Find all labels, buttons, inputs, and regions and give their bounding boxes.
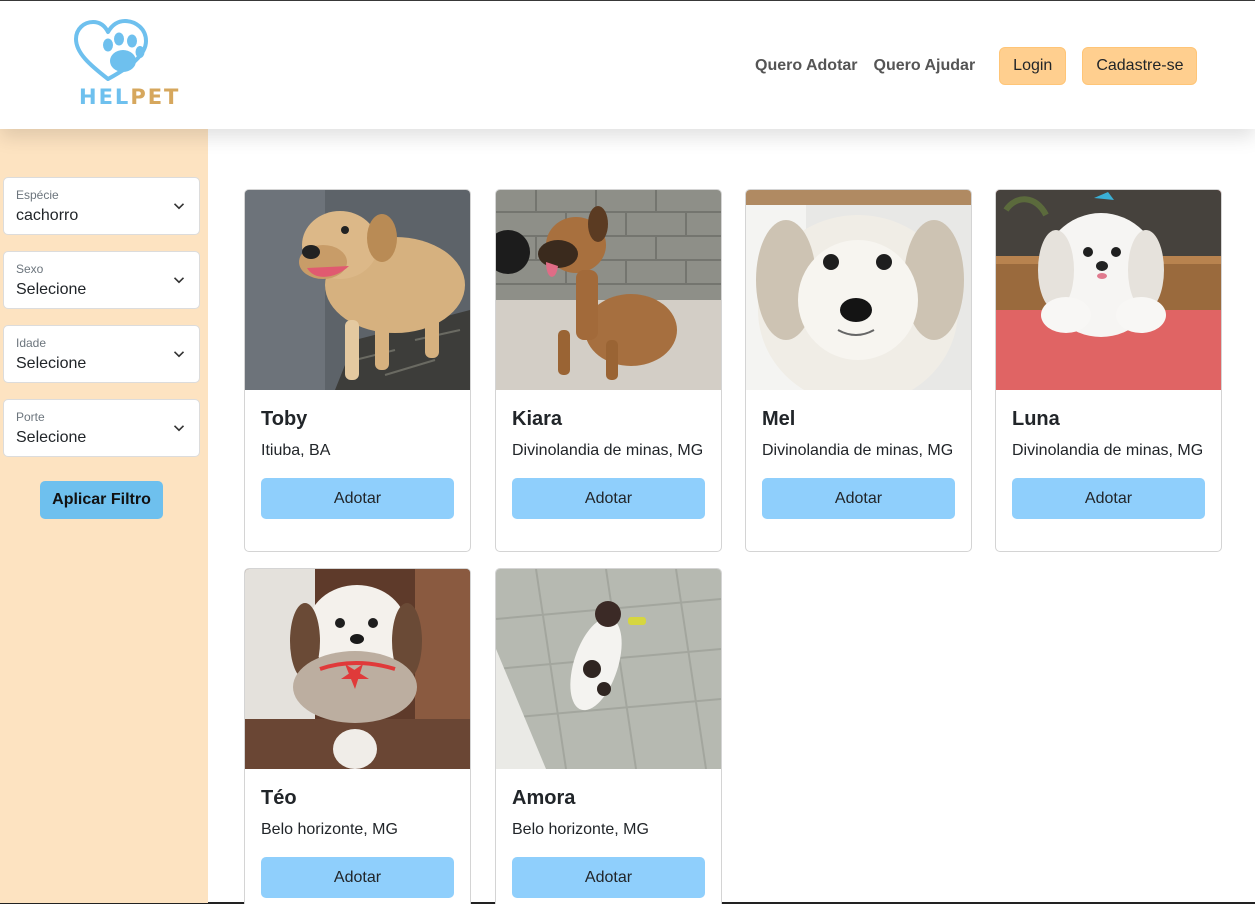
pet-name: Mel <box>762 408 796 430</box>
adopt-button[interactable]: Adotar <box>261 857 454 898</box>
nav-link-quero-ajudar[interactable]: Quero Ajudar <box>874 57 976 75</box>
nav-link-quero-adotar[interactable]: Quero Adotar <box>755 57 858 75</box>
signup-button[interactable]: Cadastre-se <box>1082 47 1198 85</box>
pet-name: Toby <box>261 408 308 430</box>
top-header: HELPET Quero Adotar Quero Ajudar Login C… <box>0 1 1255 129</box>
adopt-button[interactable]: Adotar <box>512 478 705 519</box>
logo-text-pet: PET <box>130 85 181 109</box>
pet-photo[interactable] <box>496 190 721 390</box>
sex-label: Sexo <box>16 262 44 276</box>
adopt-button[interactable]: Adotar <box>512 857 705 898</box>
chevron-down-icon <box>173 351 185 358</box>
pet-card-amora: Amora Belo horizonte, MG Adotar <box>495 568 722 904</box>
sex-value: Selecione <box>16 281 87 298</box>
chevron-down-icon <box>173 203 185 210</box>
adopt-button[interactable]: Adotar <box>762 478 955 519</box>
pet-photo[interactable] <box>996 190 1221 390</box>
pet-location: Divinolandia de minas, MG <box>1012 442 1204 459</box>
pet-photo[interactable] <box>245 190 470 390</box>
pet-photo[interactable] <box>746 190 971 390</box>
pet-card-toby: Toby Itiuba, BA Adotar <box>244 189 471 552</box>
size-select[interactable]: Porte Selecione <box>3 399 200 457</box>
pet-name: Amora <box>512 787 576 809</box>
age-select[interactable]: Idade Selecione <box>3 325 200 383</box>
main-nav: Quero Adotar Quero Ajudar Login Cadastre… <box>755 47 1198 85</box>
logo-text-hel: HEL <box>79 85 131 109</box>
sex-select[interactable]: Sexo Selecione <box>3 251 200 309</box>
size-value: Selecione <box>16 429 87 446</box>
species-select[interactable]: Espécie cachorro <box>3 177 200 235</box>
pet-name: Kiara <box>512 408 563 430</box>
pet-location: Itiuba, BA <box>261 442 331 459</box>
chevron-down-icon <box>173 277 185 284</box>
filter-sidebar: Espécie cachorro Sexo Selecione Idade Se… <box>0 129 208 903</box>
age-label: Idade <box>16 336 47 350</box>
species-label: Espécie <box>16 188 59 202</box>
helpet-logo[interactable]: HELPET <box>72 19 178 111</box>
species-value: cachorro <box>16 207 79 224</box>
pet-name: Téo <box>261 787 297 809</box>
adopt-button[interactable]: Adotar <box>261 478 454 519</box>
pet-photo[interactable] <box>496 569 721 769</box>
pet-location: Divinolandia de minas, MG <box>762 442 954 459</box>
pet-photo[interactable] <box>245 569 470 769</box>
pet-location: Divinolandia de minas, MG <box>512 442 704 459</box>
adopt-button[interactable]: Adotar <box>1012 478 1205 519</box>
pet-card-kiara: Kiara Divinolandia de minas, MG Adotar <box>495 189 722 552</box>
pet-card-luna: Luna Divinolandia de minas, MG Adotar <box>995 189 1222 552</box>
chevron-down-icon <box>173 425 185 432</box>
pet-card-teo: Téo Belo horizonte, MG Adotar <box>244 568 471 904</box>
logo-wordmark: HELPET <box>79 85 180 109</box>
pet-location: Belo horizonte, MG <box>261 821 398 838</box>
size-label: Porte <box>16 410 45 424</box>
login-button[interactable]: Login <box>999 47 1067 85</box>
apply-filter-button[interactable]: Aplicar Filtro <box>40 481 163 519</box>
heart-paw-icon <box>74 19 148 81</box>
age-value: Selecione <box>16 355 87 372</box>
pet-name: Luna <box>1012 408 1060 430</box>
pet-location: Belo horizonte, MG <box>512 821 649 838</box>
pet-card-mel: Mel Divinolandia de minas, MG Adotar <box>745 189 972 552</box>
